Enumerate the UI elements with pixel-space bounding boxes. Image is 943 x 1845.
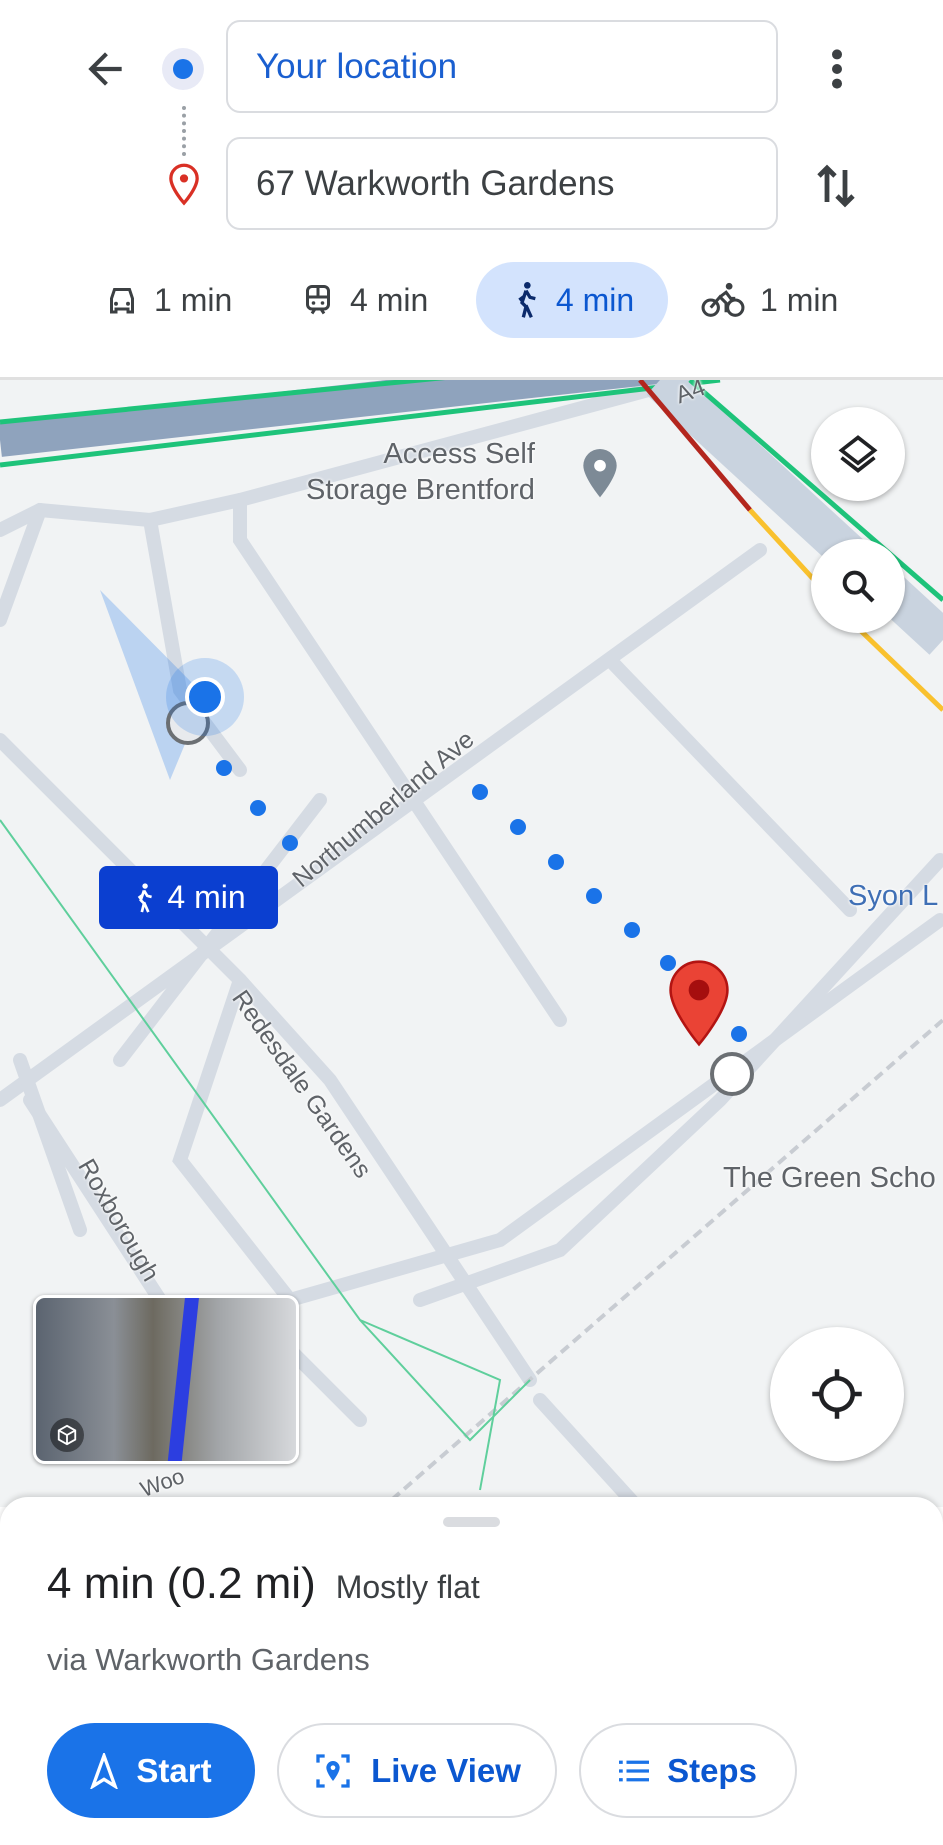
start-button[interactable]: Start [47, 1723, 255, 1818]
live-view-button[interactable]: Live View [277, 1723, 557, 1818]
search-along-route-button[interactable] [811, 539, 905, 633]
drag-handle[interactable] [443, 1517, 500, 1527]
route-summary: 4 min (0.2 mi) Mostly flat [47, 1559, 480, 1609]
live-view-icon [316, 1753, 350, 1788]
current-location-marker [166, 658, 244, 736]
navigation-arrow-icon [90, 1752, 119, 1789]
street-view-thumbnail[interactable] [33, 1295, 299, 1464]
back-button[interactable] [80, 44, 130, 94]
more-vert-icon [832, 49, 842, 89]
destination-input[interactable]: 67 Warkworth Gardens [226, 137, 778, 230]
swap-vert-icon [817, 164, 855, 208]
steps-button[interactable]: Steps [579, 1723, 797, 1818]
route-terrain: Mostly flat [335, 1569, 480, 1605]
crosshair-icon [812, 1369, 862, 1419]
location-pin-icon [164, 162, 204, 213]
travel-mode-tabs: 1 min 4 min 4 min 1 min [0, 262, 943, 338]
destination-pin-icon[interactable] [668, 958, 730, 1048]
bike-icon [701, 282, 745, 317]
layers-button[interactable] [811, 407, 905, 501]
route-connector-dots [182, 106, 186, 156]
tab-transit[interactable]: 4 min [280, 262, 448, 338]
tab-label: 1 min [154, 281, 233, 318]
search-icon [842, 570, 875, 603]
route-distance: (0.2 mi) [166, 1559, 316, 1608]
train-icon [306, 285, 330, 315]
more-options-button[interactable] [820, 44, 854, 94]
route-via: via Warkworth Gardens [47, 1642, 370, 1677]
swap-button[interactable] [812, 158, 862, 214]
tab-walk[interactable]: 4 min [476, 262, 668, 338]
route-duration: 4 min [47, 1559, 155, 1608]
tab-drive[interactable]: 1 min [84, 262, 252, 338]
route-details-sheet: 4 min (0.2 mi) Mostly flat via Warkworth… [0, 1497, 943, 1845]
walk-icon [138, 882, 153, 913]
arrow-left-icon [88, 52, 122, 86]
list-icon [619, 1760, 650, 1781]
tab-bike[interactable]: 1 min [680, 262, 858, 338]
origin-input[interactable]: Your location [226, 20, 778, 113]
route-duration-label[interactable]: 4 min [99, 866, 278, 929]
steps-label: Steps [667, 1751, 757, 1789]
live-view-label: Live View [371, 1751, 521, 1789]
tab-label: 1 min [760, 281, 839, 318]
origin-dot-icon [162, 48, 204, 90]
map-view[interactable]: A4 Access Self Storage Brentford Northum… [0, 377, 943, 1507]
tab-label: 4 min [350, 281, 429, 318]
route-duration-text: 4 min [167, 879, 246, 915]
layers-icon [838, 435, 878, 473]
car-icon [110, 288, 134, 314]
tab-label: 4 min [555, 281, 635, 318]
walk-icon [518, 282, 536, 319]
my-location-button[interactable] [770, 1327, 904, 1461]
start-label: Start [136, 1751, 212, 1789]
3d-cube-icon [50, 1418, 84, 1452]
